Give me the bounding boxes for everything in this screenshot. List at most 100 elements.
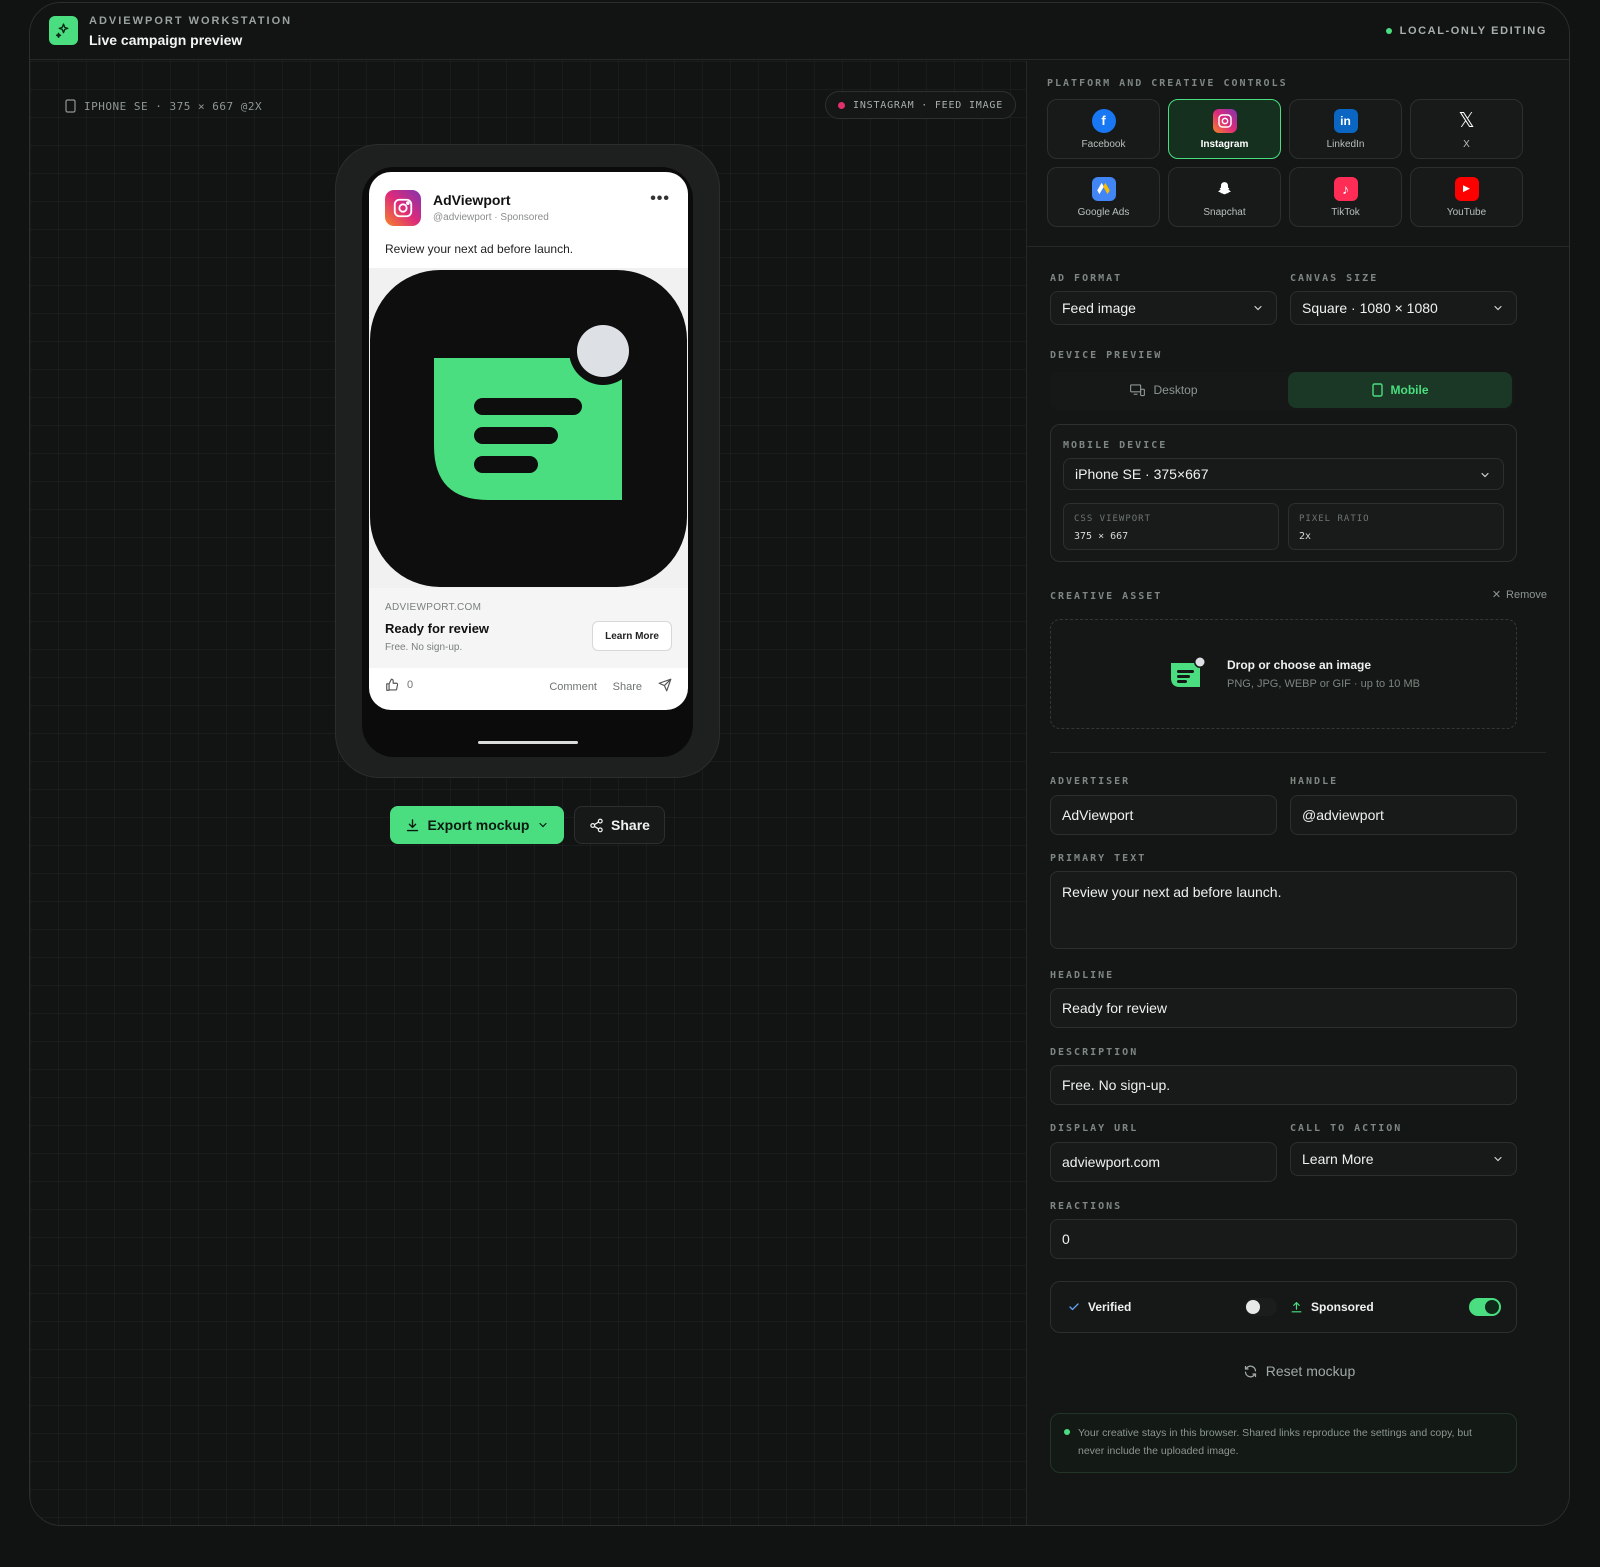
- advertiser-input[interactable]: AdViewport: [1050, 795, 1277, 835]
- css-viewport-box: CSS VIEWPORT 375 × 667: [1063, 503, 1279, 550]
- platform-name: Snapchat: [1203, 206, 1246, 218]
- platform-google-ads[interactable]: Google Ads: [1047, 167, 1160, 227]
- headline-label: HEADLINE: [1050, 970, 1115, 981]
- ad-format-select[interactable]: Feed image: [1050, 291, 1277, 325]
- phone-outline-icon: [65, 99, 76, 113]
- headline-input[interactable]: Ready for review: [1050, 988, 1517, 1028]
- platform-tiktok[interactable]: ♪ TikTok: [1289, 167, 1402, 227]
- like-action[interactable]: 0: [385, 678, 413, 692]
- linkedin-icon: in: [1333, 108, 1358, 133]
- cta-label: CALL TO ACTION: [1290, 1123, 1403, 1134]
- reactions-input[interactable]: 0: [1050, 1219, 1517, 1259]
- privacy-notice-text: Your creative stays in this browser. Sha…: [1078, 1427, 1472, 1457]
- dropzone-title: Drop or choose an image: [1227, 658, 1372, 672]
- platform-youtube[interactable]: ▶ YouTube: [1410, 167, 1523, 227]
- share-action[interactable]: Share: [613, 681, 642, 693]
- handle-label: HANDLE: [1290, 776, 1339, 787]
- pixel-ratio-box: PIXEL RATIO 2x: [1288, 503, 1504, 550]
- desktop-icon: [1130, 383, 1146, 396]
- primary-text-textarea[interactable]: Review your next ad before launch.: [1050, 871, 1517, 949]
- share-nodes-icon: [590, 818, 603, 832]
- description-label: DESCRIPTION: [1050, 1047, 1139, 1058]
- share-label: Share: [611, 817, 650, 833]
- export-mockup-button[interactable]: Export mockup: [390, 806, 564, 844]
- sponsored-label: Sponsored: [1311, 1300, 1374, 1314]
- desktop-tab[interactable]: Desktop: [1052, 372, 1276, 408]
- cta-button[interactable]: Learn More: [592, 621, 672, 651]
- creative-asset-label: CREATIVE ASSET: [1050, 591, 1163, 602]
- platform-snapchat[interactable]: Snapchat: [1168, 167, 1281, 227]
- css-viewport-value: 375 × 667: [1074, 531, 1129, 542]
- display-url-label: DISPLAY URL: [1050, 1123, 1139, 1134]
- local-editing-label: LOCAL-ONLY EDITING: [1399, 25, 1547, 37]
- chevron-down-icon: [1494, 305, 1502, 311]
- upload-icon: [1291, 1301, 1302, 1312]
- platform-name: YouTube: [1446, 206, 1487, 218]
- page-title: Live campaign preview: [89, 32, 243, 48]
- mobile-icon: [1371, 383, 1383, 397]
- post-link-card: ADVIEWPORT.COM Ready for review Free. No…: [369, 588, 688, 668]
- ad-format-label: AD FORMAT: [1050, 273, 1123, 284]
- post-primary-text: Review your next ad before launch.: [385, 242, 574, 256]
- switch-knob: [1246, 1300, 1260, 1314]
- mobile-tab[interactable]: Mobile: [1288, 372, 1512, 408]
- close-icon: ✕: [1491, 589, 1502, 601]
- ad-post-preview: AdViewport @adviewport · Sponsored ••• R…: [369, 172, 688, 710]
- chevron-down-icon: [1254, 305, 1262, 311]
- share-button[interactable]: Share: [574, 806, 665, 844]
- home-indicator: [478, 741, 578, 744]
- device-preview-label: DEVICE PREVIEW: [1050, 350, 1163, 361]
- advertiser-label: ADVERTISER: [1050, 776, 1131, 787]
- platform-name: Facebook: [1081, 138, 1126, 150]
- remove-asset-button[interactable]: ✕ Remove: [1491, 588, 1547, 602]
- verified-toggle-label: Verified: [1068, 1300, 1131, 1314]
- cta-select[interactable]: Learn More: [1290, 1142, 1517, 1176]
- youtube-icon: ▶: [1454, 176, 1479, 201]
- device-label: IPHONE SE · 375 × 667 @2X: [65, 99, 262, 113]
- app-window: ADVIEWPORT WORKSTATION Live campaign pre…: [29, 2, 1570, 1526]
- mobile-device-select[interactable]: iPhone SE · 375×667: [1063, 458, 1504, 490]
- handle-input[interactable]: @adviewport: [1290, 795, 1517, 835]
- tiktok-icon: ♪: [1333, 176, 1358, 201]
- platform-name: LinkedIn: [1326, 138, 1365, 150]
- platform-dot-icon: [838, 101, 845, 109]
- platform-linkedin[interactable]: in LinkedIn: [1289, 99, 1402, 159]
- local-editing-badge: LOCAL-ONLY EDITING: [1385, 25, 1547, 37]
- controls-panel: PLATFORM AND CREATIVE CONTROLS f Faceboo…: [1026, 61, 1569, 1525]
- chevron-down-icon: [539, 822, 548, 828]
- refresh-icon: [1244, 1365, 1256, 1377]
- send-icon[interactable]: [658, 678, 672, 695]
- sponsored-switch[interactable]: [1469, 1298, 1501, 1316]
- css-viewport-label: CSS VIEWPORT: [1074, 514, 1152, 524]
- controls-section-label: PLATFORM AND CREATIVE CONTROLS: [1047, 78, 1288, 89]
- card-display-url: ADVIEWPORT.COM: [385, 602, 482, 613]
- reset-mockup-button[interactable]: Reset mockup: [1027, 1363, 1569, 1379]
- platform-name: Instagram: [1200, 138, 1249, 150]
- platform-instagram[interactable]: Instagram: [1168, 99, 1281, 159]
- thumbs-up-icon: [386, 678, 399, 691]
- platform-x[interactable]: 𝕏 X: [1410, 99, 1523, 159]
- platform-facebook[interactable]: f Facebook: [1047, 99, 1160, 159]
- mobile-device-value: iPhone SE · 375×667: [1075, 466, 1209, 482]
- privacy-notice: Your creative stays in this browser. Sha…: [1050, 1413, 1517, 1473]
- mobile-tab-label: Mobile: [1390, 383, 1429, 397]
- notice-dot-icon: [1064, 1429, 1070, 1435]
- canvas-size-value: Square · 1080 × 1080: [1302, 300, 1438, 316]
- description-input[interactable]: Free. No sign-up.: [1050, 1065, 1517, 1105]
- verified-switch[interactable]: [1245, 1298, 1277, 1316]
- check-icon: [1069, 1303, 1079, 1311]
- phone-screen: AdViewport @adviewport · Sponsored ••• R…: [362, 167, 693, 757]
- comment-action[interactable]: Comment: [549, 681, 597, 693]
- google-ads-icon: [1091, 176, 1116, 201]
- image-dropzone[interactable]: Drop or choose an image PNG, JPG, WEBP o…: [1050, 619, 1517, 729]
- badge-toggles: Verified Sponsored: [1050, 1281, 1517, 1333]
- canvas-size-select[interactable]: Square · 1080 × 1080: [1290, 291, 1517, 325]
- platform-format-text: INSTAGRAM · FEED IMAGE: [853, 99, 1004, 111]
- phone-frame: AdViewport @adviewport · Sponsored ••• R…: [335, 144, 720, 778]
- more-options-icon[interactable]: •••: [650, 190, 670, 208]
- verified-label: Verified: [1088, 1300, 1132, 1314]
- section-divider: [1050, 752, 1546, 753]
- post-advertiser-name: AdViewport: [433, 192, 511, 208]
- device-label-text: IPHONE SE · 375 × 667 @2X: [84, 99, 263, 113]
- display-url-input[interactable]: adviewport.com: [1050, 1142, 1277, 1182]
